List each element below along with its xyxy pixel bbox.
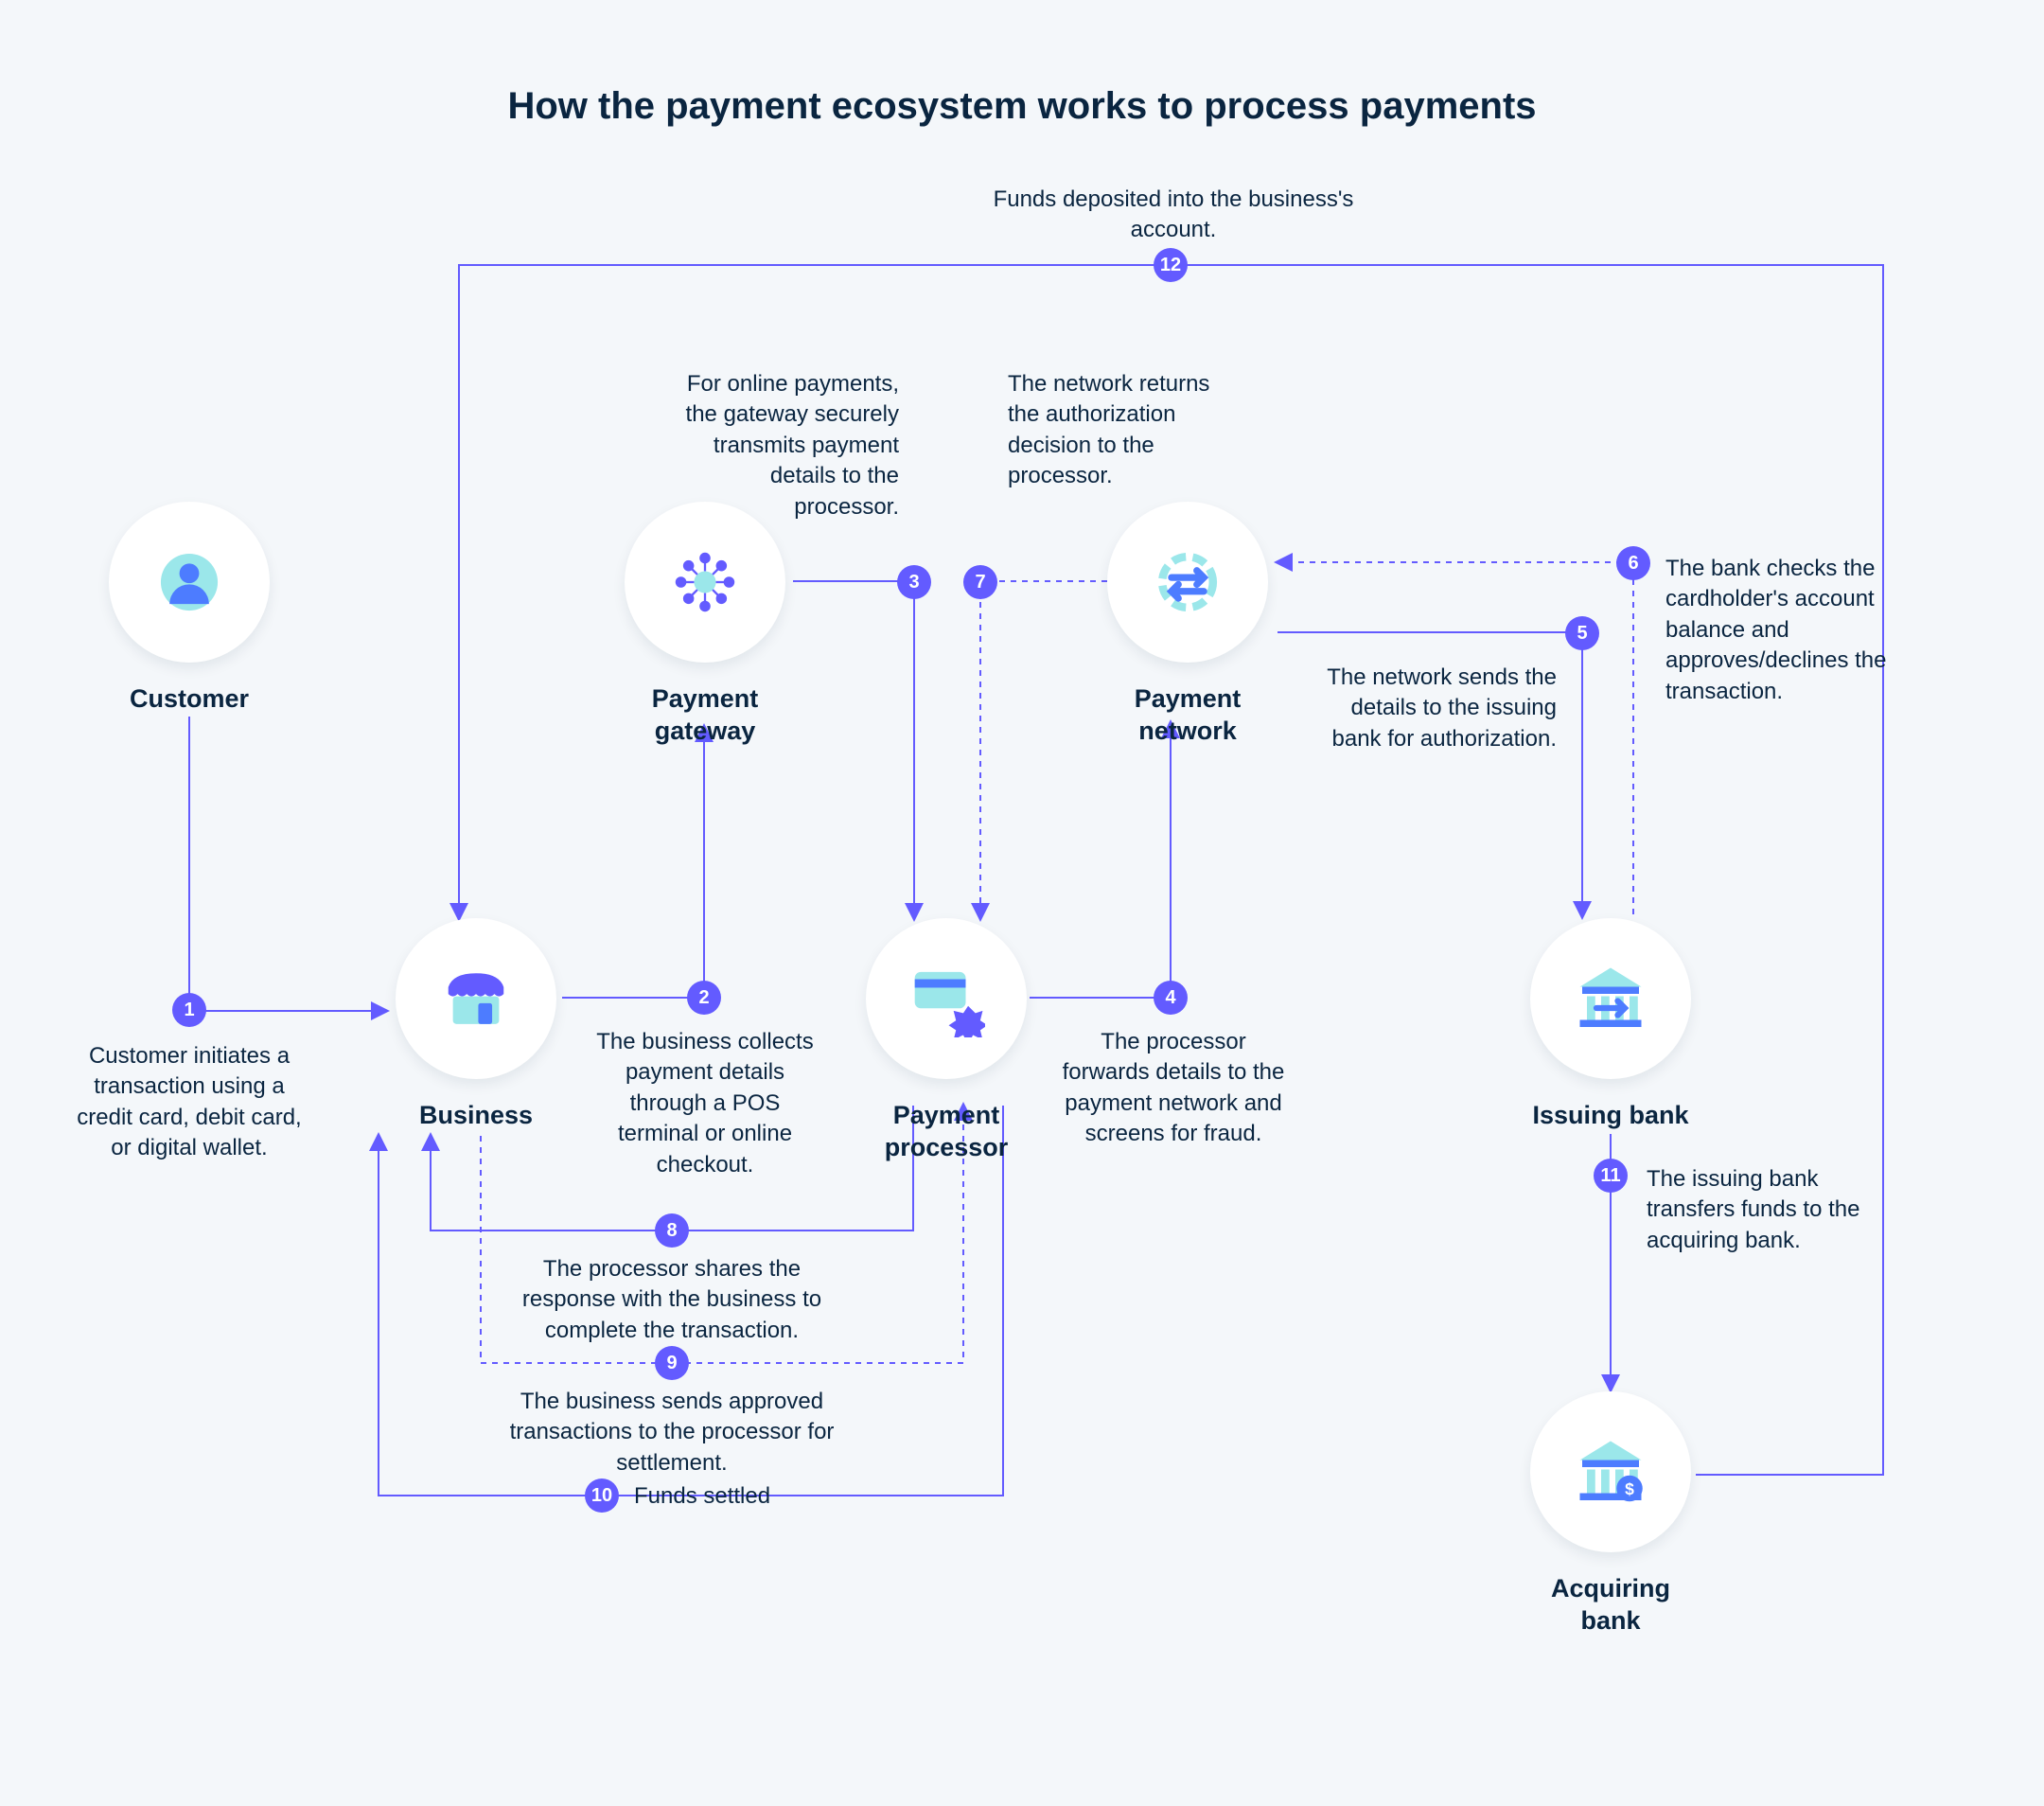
connectors-layer [0, 0, 2044, 1806]
caption-4: The processor forwards details to the pa… [1060, 1027, 1287, 1150]
node-label: Acquiring bank [1525, 1573, 1696, 1638]
caption-7: The network returns the authorization de… [1008, 369, 1244, 492]
customer-icon [154, 547, 224, 617]
step-badge-7: 7 [963, 565, 997, 599]
svg-text:$: $ [1625, 1479, 1634, 1498]
node-issuing-bank: Issuing bank [1525, 918, 1696, 1132]
node-payment-processor: Payment processor [852, 918, 1041, 1164]
node-business: Business [391, 918, 561, 1132]
step-badge-11: 11 [1594, 1159, 1628, 1193]
processor-icon [907, 960, 985, 1037]
caption-6: The bank checks the cardholder's account… [1665, 554, 1893, 707]
node-label: Customer [104, 683, 274, 716]
node-label: Payment processor [852, 1100, 1041, 1164]
caption-9: The business sends approved transactions… [492, 1387, 852, 1478]
store-icon [439, 962, 513, 1036]
node-payment-network: Payment network [1098, 502, 1278, 748]
node-label: Business [391, 1100, 561, 1132]
node-label: Payment network [1098, 683, 1278, 748]
gateway-icon [670, 547, 740, 617]
node-label: Issuing bank [1525, 1100, 1696, 1132]
node-customer: Customer [104, 502, 274, 716]
caption-1: Customer initiates a transaction using a… [71, 1041, 308, 1164]
network-icon [1151, 545, 1225, 619]
caption-8: The processor shares the response with t… [511, 1254, 833, 1346]
caption-12: Funds deposited into the business's acco… [984, 185, 1363, 246]
node-label: Payment gateway [620, 683, 790, 748]
step-badge-2: 2 [687, 981, 721, 1015]
caption-10: Funds settled [634, 1481, 918, 1512]
caption-11: The issuing bank transfers funds to the … [1647, 1164, 1893, 1256]
caption-3: For online payments, the gateway securel… [662, 369, 899, 522]
caption-2: The business collects payment details th… [587, 1027, 823, 1180]
node-acquiring-bank: $ Acquiring bank [1525, 1391, 1696, 1638]
node-payment-gateway: Payment gateway [620, 502, 790, 748]
bank-icon [1573, 961, 1648, 1036]
caption-5: The network sends the details to the iss… [1320, 663, 1557, 754]
step-badge-12: 12 [1154, 248, 1188, 282]
step-badge-1: 1 [172, 993, 206, 1027]
acquiring-bank-icon: $ [1573, 1434, 1648, 1510]
step-badge-8: 8 [655, 1213, 689, 1248]
step-badge-6: 6 [1616, 546, 1650, 580]
step-badge-4: 4 [1154, 981, 1188, 1015]
step-badge-10: 10 [585, 1478, 619, 1513]
step-badge-3: 3 [897, 565, 931, 599]
step-badge-5: 5 [1565, 616, 1599, 650]
step-badge-9: 9 [655, 1346, 689, 1380]
